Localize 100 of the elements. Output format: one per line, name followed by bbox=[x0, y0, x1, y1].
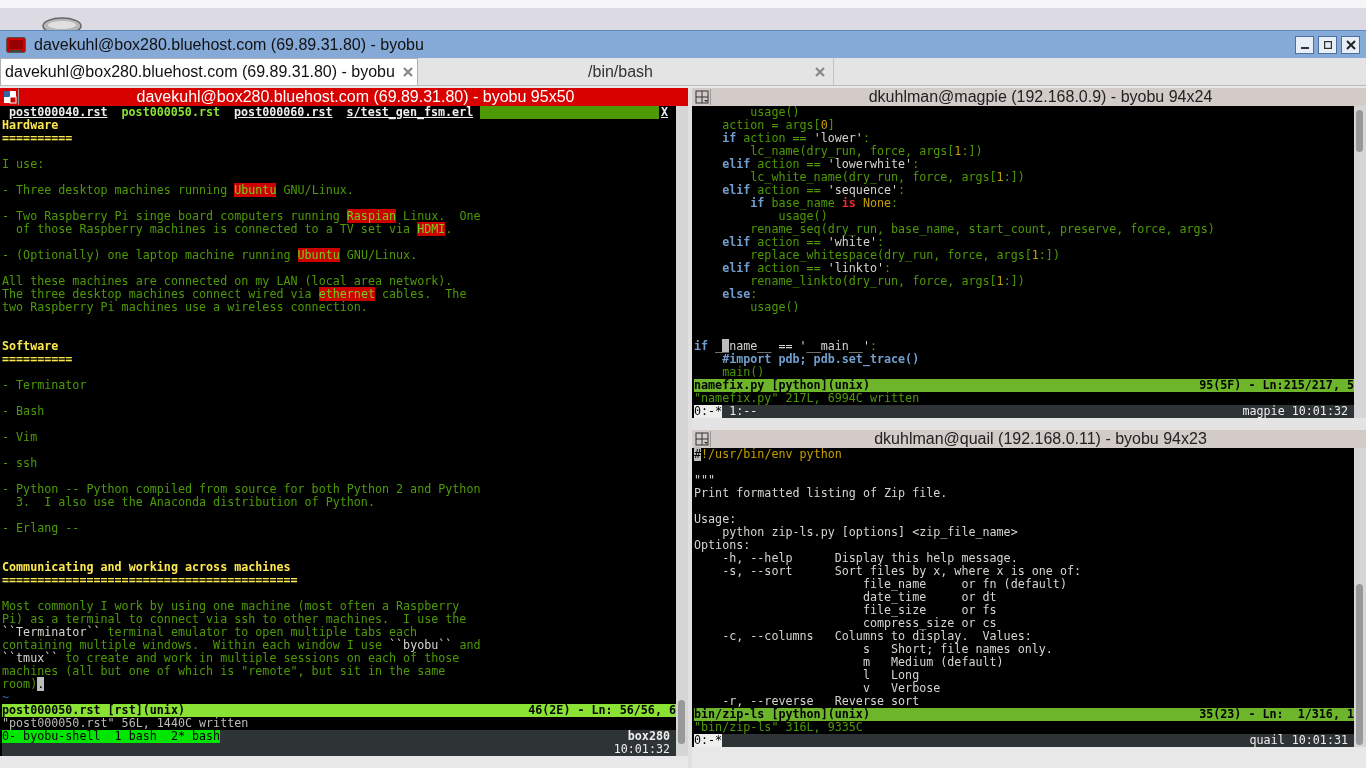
pane-title: dkuhlman@magpie (192.168.0.9) - byobu 94x24 bbox=[867, 88, 1214, 106]
window-tab[interactable]: 0:-* bbox=[694, 734, 723, 747]
terminal-line: -s, --sort Sort files by x, where x is one of: bbox=[721, 565, 1082, 578]
terminal-line: usage() bbox=[749, 301, 801, 314]
terminal-line: Print formatted listing of Zip file. bbox=[694, 487, 949, 500]
close-icon bbox=[1345, 39, 1356, 50]
message-line: "bin/zip-ls" 316L, 9335C bbox=[694, 720, 863, 734]
split-icon[interactable] bbox=[694, 89, 711, 105]
clock-time: 10:01:31 bbox=[1291, 734, 1349, 747]
minimize-icon bbox=[1300, 46, 1309, 49]
pane-title: dkuhlman@quail (192.168.0.11) - byobu 94x23 bbox=[873, 430, 1208, 448]
terminal-line: Software bbox=[2, 340, 60, 353]
tab[interactable]: /bin/bash bbox=[418, 58, 834, 85]
terminal-line: file_size or fs bbox=[861, 604, 998, 617]
terminal-line: Hardware bbox=[2, 119, 59, 132]
maximize-icon bbox=[1323, 40, 1332, 49]
window-title: davekuhl@box280.bluehost.com (69.89.31.80) - byobu bbox=[34, 35, 425, 54]
terminal-line: v Verbose bbox=[861, 682, 942, 695]
terminal-line: - Python -- Python compiled from source for both Python 2 and Python bbox=[2, 483, 482, 496]
terminal-line: rename_seq(dry_run, base_name, start_count, preserve, force, args) bbox=[749, 223, 1216, 236]
terminal-line: ========== bbox=[2, 132, 74, 145]
terminal-line: -h, --help Display this help message. bbox=[722, 552, 1018, 565]
terminal-line: ~ bbox=[2, 691, 11, 704]
terminal-line: rename_linkto(dry_run, force, args[1:]) bbox=[750, 275, 1026, 288]
editor-tab[interactable]: post000060.rst bbox=[227, 106, 340, 119]
terminal-line: python zip-ls.py [options] <zip_file_name> bbox=[722, 526, 1019, 539]
scrollbar-thumb[interactable] bbox=[1356, 584, 1363, 745]
message-line: "namefix.py" 217L, 6994C written bbox=[694, 391, 920, 405]
terminal-line: Communicating and working across machines bbox=[2, 561, 292, 574]
terminal-line: machines (all but one of which is "remote", but sit in the same bbox=[2, 665, 447, 678]
close-button[interactable]: X bbox=[658, 106, 676, 119]
terminal-line: I use: bbox=[2, 158, 46, 171]
message-line: "post000050.rst" 56L, 1440C written bbox=[2, 716, 249, 730]
terminal-line: compress_size or cs bbox=[862, 617, 997, 630]
window-tab[interactable]: 0:-* bbox=[694, 405, 723, 418]
window-tab[interactable]: 1:-- bbox=[729, 405, 758, 418]
terminal-line: l Long bbox=[861, 669, 920, 682]
cursor-position: 35(23) - Ln: 1/316, 1 bbox=[1199, 708, 1354, 721]
terminal-line: file_name or fn (default) bbox=[861, 578, 1068, 591]
host-name: box280 bbox=[627, 730, 671, 743]
terminal-line: ========================================== bbox=[2, 574, 299, 587]
terminal-line: - (Optionally) one laptop machine running Ubuntu GNU/Linux. bbox=[2, 249, 419, 262]
terminal-line: #import pdb; pdb.set_trace() bbox=[721, 353, 921, 366]
terminal-line: -r, --reverse Reverse sort bbox=[721, 695, 921, 708]
scrollbar-thumb[interactable] bbox=[1356, 110, 1363, 152]
clock-time: 10:01:32 bbox=[613, 743, 671, 756]
terminal-line: usage() bbox=[749, 106, 801, 119]
split-icon[interactable] bbox=[694, 431, 711, 447]
terminal-line: Most commonly I work by using one machine (most often a Raspberry bbox=[2, 600, 460, 613]
terminal-line: ``Terminator`` terminal emulator to open multiple tabs each bbox=[2, 626, 418, 639]
terminal-line: #!/usr/bin/env python bbox=[694, 448, 843, 461]
terminal-line: else: bbox=[721, 288, 758, 301]
split-icon[interactable] bbox=[2, 89, 19, 105]
terminal-line: ========== bbox=[2, 353, 74, 366]
terminal-line: if base_name is None: bbox=[749, 197, 900, 210]
terminal-line: - Two Raspberry Pi singe board computers running Raspian Linux. One bbox=[2, 210, 482, 223]
scrollbar[interactable] bbox=[1354, 106, 1366, 418]
scrollbar-thumb[interactable] bbox=[678, 700, 685, 744]
close-icon[interactable] bbox=[402, 67, 413, 77]
terminal-line: if __name__ == '__main__': bbox=[694, 340, 877, 353]
terminal-line: """ bbox=[694, 474, 717, 487]
terminal-line: - Erlang -- bbox=[2, 522, 81, 535]
clock-time: 10:01:32 bbox=[1291, 405, 1349, 418]
terminal-line: replace_whitespace(dry_run, force, args[1:]) bbox=[749, 249, 1061, 262]
terminal-line: main() bbox=[722, 366, 765, 379]
terminal-line: usage() bbox=[778, 210, 828, 223]
terminal-line: Pi) as a terminal to connect via ssh to other machines. I use the bbox=[2, 613, 468, 626]
close-button[interactable] bbox=[1341, 35, 1360, 54]
terminal-line: elif action == 'linkto': bbox=[721, 262, 892, 275]
tab[interactable]: davekuhl@box280.bluehost.com (69.89.31.80) - byobu bbox=[0, 58, 418, 85]
terminal-line: 3. I also use the Anaconda distribution of Python. bbox=[15, 496, 375, 509]
terminal-line: elif action == 'lowerwhite': bbox=[721, 158, 920, 171]
editor-tab[interactable]: post000050.rst bbox=[114, 106, 228, 119]
terminal-line: -c, --columns Columns to display. Values: bbox=[721, 630, 1032, 643]
terminal-line: ``tmux`` to create and work in multiple sessions on each of those bbox=[2, 652, 461, 665]
editor-tab[interactable]: post000040.rst bbox=[2, 106, 115, 119]
terminal-line: - Terminator bbox=[2, 379, 88, 392]
terminal-line: date_time or dt bbox=[861, 591, 998, 604]
minimize-button[interactable] bbox=[1295, 35, 1314, 54]
terminal-line: - Vim bbox=[2, 431, 39, 444]
file-info: namefix.py [python](unix) bbox=[694, 379, 870, 392]
pane-title: davekuhl@box280.bluehost.com (69.89.31.80) - byobu 95x50 bbox=[135, 88, 576, 106]
editor-tab[interactable]: s/test_gen_fsm.erl bbox=[339, 106, 481, 119]
cursor-position: 95(5F) - Ln:215/217, 5 bbox=[1199, 379, 1354, 392]
terminal-line: of those Raspberry machines is connected to a TV set via HDMI. bbox=[15, 223, 454, 236]
file-info: bin/zip-ls [python](unix) bbox=[694, 708, 870, 721]
file-info: post000050.rst [rst](unix) bbox=[2, 704, 185, 717]
window-list[interactable]: 0- byobu-shell 1 bash 2* bash bbox=[2, 730, 221, 743]
terminal-line: Options: bbox=[694, 539, 751, 552]
maximize-button[interactable] bbox=[1318, 35, 1337, 54]
terminal-line: - Three desktop machines running Ubuntu GNU/Linux. bbox=[2, 184, 355, 197]
scrollbar[interactable] bbox=[676, 106, 688, 756]
terminal-line: lc_name(dry_run, force, args[1:]) bbox=[749, 145, 984, 158]
terminal-line: s Short; file names only. bbox=[861, 643, 1054, 656]
terminal-line: m Medium (default) bbox=[861, 656, 1005, 669]
host-name: magpie bbox=[1242, 405, 1286, 418]
scrollbar[interactable] bbox=[1354, 448, 1366, 747]
close-icon[interactable] bbox=[815, 66, 825, 77]
cursor-position: 46(2E) - Ln: 56/56, 6 bbox=[528, 704, 676, 717]
terminal-line: room). bbox=[2, 678, 46, 691]
